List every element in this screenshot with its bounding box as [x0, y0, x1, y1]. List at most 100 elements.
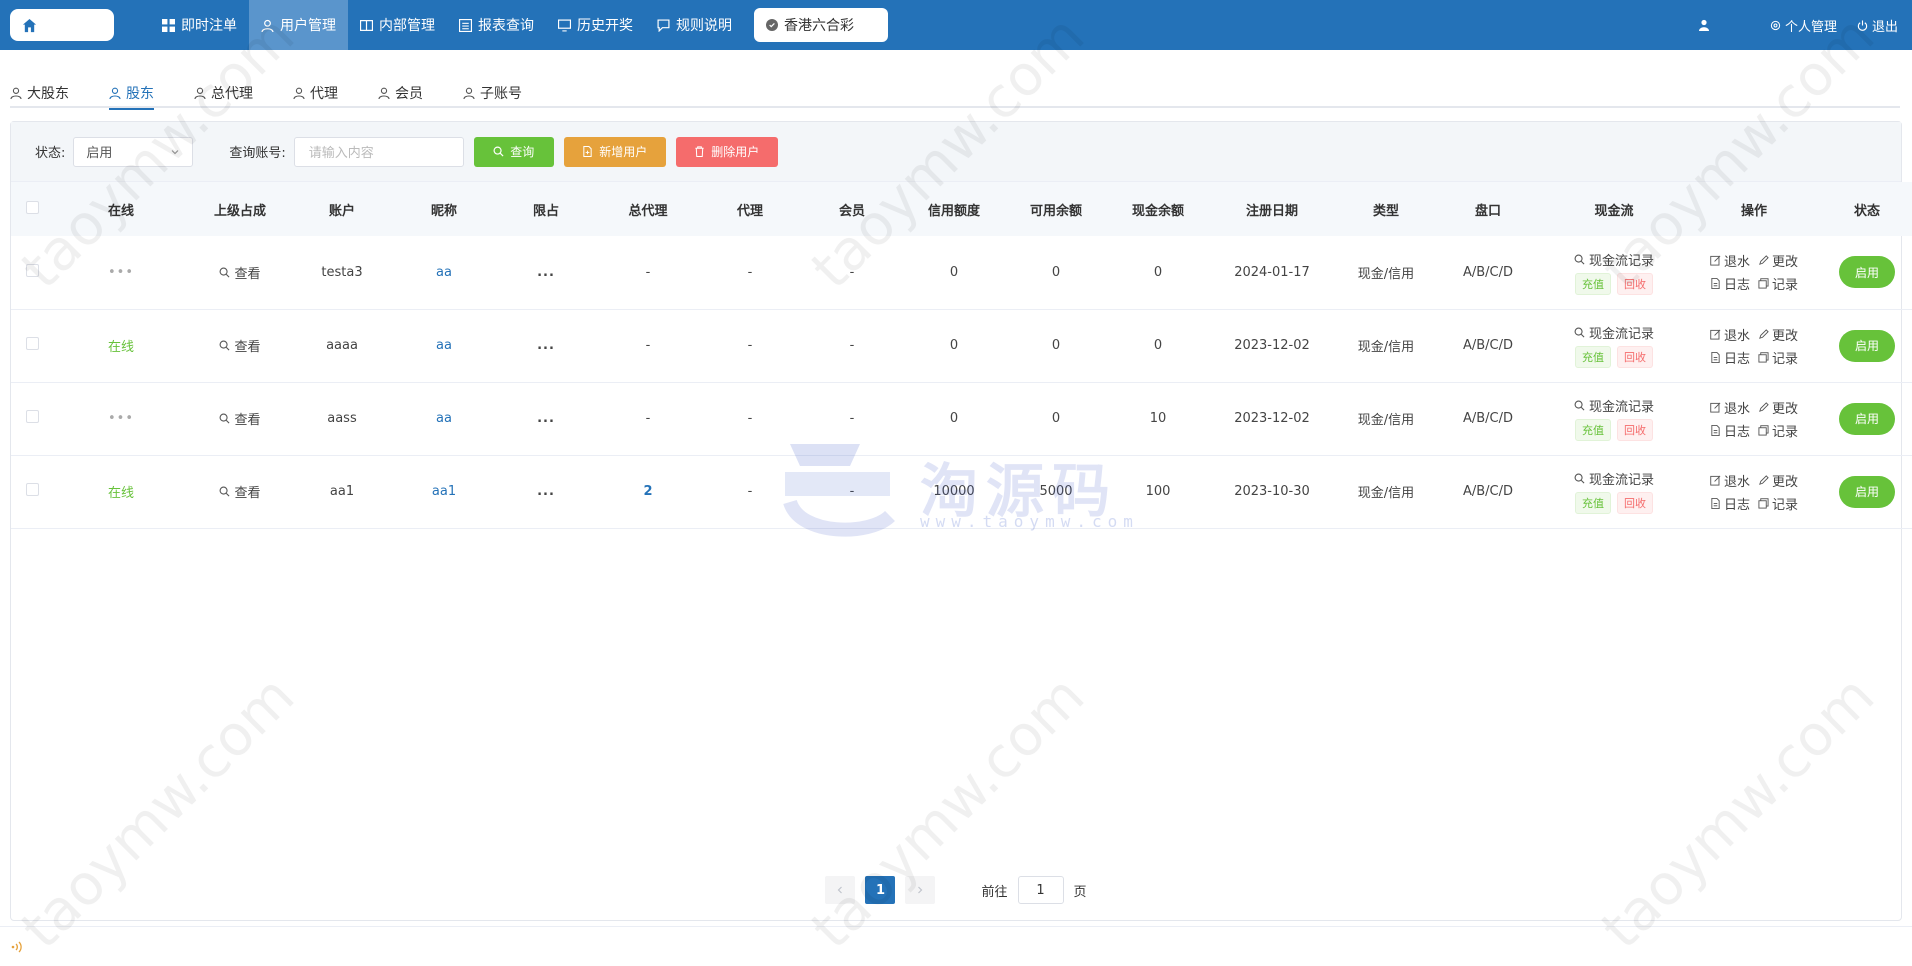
tab-level-5[interactable]: 子账号	[463, 78, 536, 108]
cashflow-record-link[interactable]: 现金流记录	[1574, 396, 1654, 415]
limit-more[interactable]: ...	[537, 411, 555, 426]
cashflow-label: 现金流记录	[1588, 327, 1654, 342]
cashflow-record-link[interactable]: 现金流记录	[1574, 323, 1654, 342]
prev-page-button[interactable]	[825, 876, 856, 904]
general-agent-count: -	[645, 338, 651, 353]
log-button[interactable]: 日志	[1710, 274, 1750, 293]
account-search-input[interactable]: 请输入内容	[293, 136, 464, 167]
op-label: 日志	[1723, 278, 1750, 294]
rebate-button[interactable]: 退水	[1710, 251, 1750, 270]
recover-button[interactable]: 回收	[1617, 346, 1653, 368]
limit-cell: ...	[495, 455, 597, 528]
log-button[interactable]: 日志	[1710, 494, 1750, 513]
next-page-button[interactable]	[905, 876, 936, 904]
lottery-select-button[interactable]: 香港六合彩	[754, 8, 888, 42]
nav-item-internal[interactable]: 内部管理	[348, 0, 447, 50]
rebate-button[interactable]: 退水	[1710, 471, 1750, 490]
tab-level-2[interactable]: 总代理	[194, 78, 267, 108]
nickname-link[interactable]: aa	[436, 265, 452, 280]
limit-cell: ...	[495, 236, 597, 309]
nav-item-orders[interactable]: 即时注单	[150, 0, 249, 50]
credit-cell: 10000	[933, 484, 975, 499]
record-button[interactable]: 记录	[1758, 421, 1798, 440]
nav-item-user-management[interactable]: 用户管理	[249, 0, 348, 50]
record-button[interactable]: 记录	[1758, 274, 1798, 293]
status-toggle-button[interactable]: 启用	[1839, 402, 1895, 435]
tab-level-0[interactable]: 大股东	[10, 78, 83, 108]
row-checkbox[interactable]	[25, 337, 39, 350]
member-cell: -	[849, 411, 855, 426]
view-superior-link[interactable]: 查看	[219, 336, 261, 355]
view-superior-link[interactable]: 查看	[219, 482, 261, 501]
recharge-button[interactable]: 充值	[1575, 272, 1611, 295]
status-toggle-button[interactable]: 启用	[1839, 475, 1895, 508]
modify-button[interactable]: 更改	[1758, 251, 1798, 270]
add-user-button[interactable]: 新增用户	[563, 136, 666, 167]
rebate-button[interactable]: 退水	[1710, 398, 1750, 417]
nav-item-history[interactable]: 历史开奖	[546, 0, 645, 50]
view-superior-link[interactable]: 查看	[219, 409, 261, 428]
record-button[interactable]: 记录	[1758, 494, 1798, 513]
tab-level-1[interactable]: 股东	[109, 78, 168, 110]
profile-button[interactable]	[1698, 19, 1710, 31]
limit-more[interactable]: ...	[537, 338, 555, 353]
nickname-link[interactable]: aa	[436, 338, 452, 353]
row-checkbox[interactable]	[25, 410, 39, 423]
record-button[interactable]: 记录	[1758, 348, 1798, 367]
status-toggle-button[interactable]: 启用	[1839, 329, 1895, 362]
status-toggle-button[interactable]: 启用	[1839, 256, 1895, 289]
recharge-button[interactable]: 充值	[1575, 492, 1611, 514]
tab-level-3[interactable]: 代理	[293, 78, 352, 108]
table-row: 在线 查看 aaaa aa... - - -0 0 0 2023-12-02 现金/信用 A/B/C/…	[11, 309, 1912, 382]
recover-button[interactable]: 回收	[1617, 272, 1653, 295]
limit-more[interactable]: ...	[537, 265, 555, 280]
column-header: 总代理	[628, 203, 668, 219]
page-number-current[interactable]: 1	[865, 876, 896, 904]
search-icon	[1574, 327, 1585, 338]
op-label: 记录	[1772, 278, 1799, 294]
modify-button[interactable]: 更改	[1758, 471, 1798, 490]
view-superior-link[interactable]: 查看	[219, 263, 261, 282]
search-button[interactable]: 查询	[473, 136, 554, 167]
column-header: 状态	[1853, 203, 1880, 219]
recharge-button[interactable]: 充值	[1575, 346, 1611, 368]
cashflow-record-link[interactable]: 现金流记录	[1574, 250, 1654, 269]
goto-page-input[interactable]: 1	[1017, 876, 1064, 904]
tab-level-4[interactable]: 会员	[378, 78, 437, 108]
recover-button[interactable]: 回收	[1617, 419, 1653, 441]
row-checkbox[interactable]	[25, 483, 39, 496]
search-button-label: 查询	[510, 145, 535, 159]
recharge-button[interactable]: 充值	[1575, 419, 1611, 441]
general-agent-count[interactable]: 2	[643, 484, 652, 499]
nickname-link[interactable]: aa	[436, 411, 452, 426]
broadcast-icon[interactable]	[10, 940, 24, 954]
delete-user-button[interactable]: 删除用户	[675, 136, 778, 167]
modify-button[interactable]: 更改	[1758, 398, 1798, 417]
nickname-link[interactable]: aa1	[432, 484, 456, 499]
row-checkbox[interactable]	[25, 263, 39, 277]
credit-cell: 0	[949, 411, 959, 426]
nav-item-rules[interactable]: 规则说明	[645, 0, 744, 50]
select-all-checkbox[interactable]	[25, 200, 39, 214]
cashflow-record-link[interactable]: 现金流记录	[1574, 469, 1654, 488]
modify-button[interactable]: 更改	[1758, 325, 1798, 344]
nav-item-label: 即时注单	[181, 18, 237, 34]
status-cell: 启用	[1819, 236, 1912, 309]
member-cell: -	[849, 264, 855, 280]
user-icon	[194, 87, 206, 99]
recover-button[interactable]: 回收	[1617, 492, 1653, 514]
home-button[interactable]	[10, 9, 114, 41]
log-button[interactable]: 日志	[1710, 421, 1750, 440]
limit-more[interactable]: ...	[537, 484, 555, 499]
limit-cell: ...	[495, 382, 597, 455]
chevron-left-icon	[838, 886, 843, 894]
user-icon	[378, 87, 390, 99]
status-select[interactable]: 启用	[73, 136, 194, 167]
op-label: 更改	[1772, 474, 1799, 490]
rebate-button[interactable]: 退水	[1710, 325, 1750, 344]
log-button[interactable]: 日志	[1710, 348, 1750, 367]
copy-icon	[1758, 424, 1769, 436]
personal-management-link[interactable]: 个人管理	[1770, 16, 1837, 35]
nav-item-reports[interactable]: 报表查询	[447, 0, 546, 50]
logout-link[interactable]: 退出	[1857, 16, 1898, 35]
